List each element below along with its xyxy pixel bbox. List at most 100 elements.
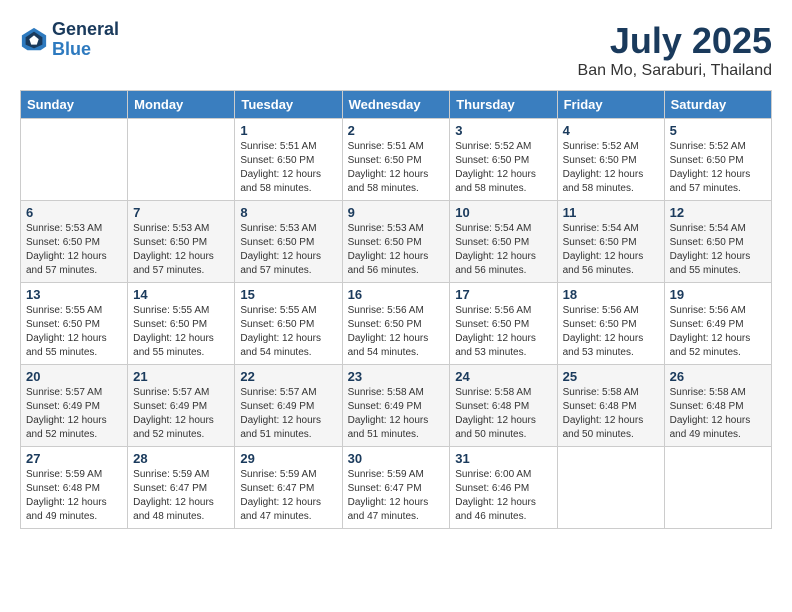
daylight-text: Daylight: 12 hours and 52 minutes. [670, 333, 751, 358]
daylight-text: Daylight: 12 hours and 55 minutes. [133, 333, 214, 358]
logo-icon [20, 26, 48, 54]
sunset-text: Sunset: 6:50 PM [133, 237, 207, 248]
sunrise-text: Sunrise: 5:59 AM [26, 469, 102, 480]
day-info: Sunrise: 5:56 AM Sunset: 6:49 PM Dayligh… [670, 304, 766, 360]
sunset-text: Sunset: 6:50 PM [455, 155, 529, 166]
sunset-text: Sunset: 6:50 PM [670, 155, 744, 166]
sunset-text: Sunset: 6:49 PM [670, 319, 744, 330]
sunset-text: Sunset: 6:50 PM [563, 155, 637, 166]
daylight-text: Daylight: 12 hours and 54 minutes. [240, 333, 321, 358]
day-number: 29 [240, 451, 336, 466]
day-info: Sunrise: 5:54 AM Sunset: 6:50 PM Dayligh… [455, 222, 551, 278]
day-info: Sunrise: 5:54 AM Sunset: 6:50 PM Dayligh… [670, 222, 766, 278]
sunrise-text: Sunrise: 5:52 AM [455, 141, 531, 152]
calendar-cell [664, 447, 771, 529]
day-info: Sunrise: 5:58 AM Sunset: 6:48 PM Dayligh… [563, 386, 659, 442]
sunset-text: Sunset: 6:50 PM [26, 237, 100, 248]
page-subtitle: Ban Mo, Saraburi, Thailand [578, 62, 772, 80]
day-number: 9 [348, 205, 445, 220]
day-number: 24 [455, 369, 551, 384]
sunset-text: Sunset: 6:50 PM [670, 237, 744, 248]
day-number: 23 [348, 369, 445, 384]
day-number: 3 [455, 123, 551, 138]
sunrise-text: Sunrise: 5:56 AM [563, 305, 639, 316]
day-info: Sunrise: 5:51 AM Sunset: 6:50 PM Dayligh… [240, 140, 336, 196]
sunset-text: Sunset: 6:50 PM [455, 237, 529, 248]
calendar-cell: 1 Sunrise: 5:51 AM Sunset: 6:50 PM Dayli… [235, 119, 342, 201]
calendar-header-tuesday: Tuesday [235, 91, 342, 119]
calendar-cell: 14 Sunrise: 5:55 AM Sunset: 6:50 PM Dayl… [128, 283, 235, 365]
day-number: 14 [133, 287, 229, 302]
calendar-week-row: 27 Sunrise: 5:59 AM Sunset: 6:48 PM Dayl… [21, 447, 772, 529]
calendar-cell: 8 Sunrise: 5:53 AM Sunset: 6:50 PM Dayli… [235, 201, 342, 283]
sunrise-text: Sunrise: 5:52 AM [563, 141, 639, 152]
calendar-week-row: 1 Sunrise: 5:51 AM Sunset: 6:50 PM Dayli… [21, 119, 772, 201]
calendar-cell: 7 Sunrise: 5:53 AM Sunset: 6:50 PM Dayli… [128, 201, 235, 283]
daylight-text: Daylight: 12 hours and 57 minutes. [240, 251, 321, 276]
calendar-cell: 19 Sunrise: 5:56 AM Sunset: 6:49 PM Dayl… [664, 283, 771, 365]
day-info: Sunrise: 6:00 AM Sunset: 6:46 PM Dayligh… [455, 468, 551, 524]
day-number: 11 [563, 205, 659, 220]
sunset-text: Sunset: 6:47 PM [240, 483, 314, 494]
daylight-text: Daylight: 12 hours and 58 minutes. [563, 169, 644, 194]
day-info: Sunrise: 5:59 AM Sunset: 6:47 PM Dayligh… [348, 468, 445, 524]
day-number: 17 [455, 287, 551, 302]
sunrise-text: Sunrise: 5:56 AM [348, 305, 424, 316]
calendar-header-row: SundayMondayTuesdayWednesdayThursdayFrid… [21, 91, 772, 119]
daylight-text: Daylight: 12 hours and 47 minutes. [240, 497, 321, 522]
sunset-text: Sunset: 6:50 PM [348, 237, 422, 248]
day-info: Sunrise: 5:59 AM Sunset: 6:47 PM Dayligh… [133, 468, 229, 524]
sunset-text: Sunset: 6:49 PM [240, 401, 314, 412]
day-info: Sunrise: 5:53 AM Sunset: 6:50 PM Dayligh… [26, 222, 122, 278]
day-info: Sunrise: 5:52 AM Sunset: 6:50 PM Dayligh… [455, 140, 551, 196]
sunrise-text: Sunrise: 5:59 AM [133, 469, 209, 480]
calendar-cell: 9 Sunrise: 5:53 AM Sunset: 6:50 PM Dayli… [342, 201, 450, 283]
sunrise-text: Sunrise: 5:53 AM [240, 223, 316, 234]
day-number: 27 [26, 451, 122, 466]
daylight-text: Daylight: 12 hours and 51 minutes. [348, 415, 429, 440]
sunset-text: Sunset: 6:49 PM [348, 401, 422, 412]
calendar-cell: 2 Sunrise: 5:51 AM Sunset: 6:50 PM Dayli… [342, 119, 450, 201]
daylight-text: Daylight: 12 hours and 51 minutes. [240, 415, 321, 440]
calendar-cell [21, 119, 128, 201]
sunrise-text: Sunrise: 5:57 AM [133, 387, 209, 398]
sunrise-text: Sunrise: 5:53 AM [133, 223, 209, 234]
title-block: July 2025 Ban Mo, Saraburi, Thailand [578, 20, 772, 80]
day-info: Sunrise: 5:53 AM Sunset: 6:50 PM Dayligh… [240, 222, 336, 278]
daylight-text: Daylight: 12 hours and 55 minutes. [26, 333, 107, 358]
calendar-table: SundayMondayTuesdayWednesdayThursdayFrid… [20, 90, 772, 529]
calendar-cell: 23 Sunrise: 5:58 AM Sunset: 6:49 PM Dayl… [342, 365, 450, 447]
sunset-text: Sunset: 6:47 PM [348, 483, 422, 494]
day-info: Sunrise: 5:57 AM Sunset: 6:49 PM Dayligh… [26, 386, 122, 442]
daylight-text: Daylight: 12 hours and 58 minutes. [455, 169, 536, 194]
daylight-text: Daylight: 12 hours and 57 minutes. [26, 251, 107, 276]
sunset-text: Sunset: 6:50 PM [240, 319, 314, 330]
sunset-text: Sunset: 6:48 PM [670, 401, 744, 412]
sunset-text: Sunset: 6:46 PM [455, 483, 529, 494]
calendar-cell: 24 Sunrise: 5:58 AM Sunset: 6:48 PM Dayl… [450, 365, 557, 447]
sunrise-text: Sunrise: 5:58 AM [348, 387, 424, 398]
day-info: Sunrise: 5:52 AM Sunset: 6:50 PM Dayligh… [670, 140, 766, 196]
daylight-text: Daylight: 12 hours and 54 minutes. [348, 333, 429, 358]
sunset-text: Sunset: 6:50 PM [26, 319, 100, 330]
sunrise-text: Sunrise: 5:59 AM [348, 469, 424, 480]
daylight-text: Daylight: 12 hours and 50 minutes. [455, 415, 536, 440]
day-info: Sunrise: 5:53 AM Sunset: 6:50 PM Dayligh… [133, 222, 229, 278]
calendar-cell: 4 Sunrise: 5:52 AM Sunset: 6:50 PM Dayli… [557, 119, 664, 201]
sunset-text: Sunset: 6:47 PM [133, 483, 207, 494]
calendar-cell: 3 Sunrise: 5:52 AM Sunset: 6:50 PM Dayli… [450, 119, 557, 201]
day-number: 7 [133, 205, 229, 220]
daylight-text: Daylight: 12 hours and 55 minutes. [670, 251, 751, 276]
day-number: 18 [563, 287, 659, 302]
calendar-week-row: 13 Sunrise: 5:55 AM Sunset: 6:50 PM Dayl… [21, 283, 772, 365]
calendar-header-monday: Monday [128, 91, 235, 119]
calendar-cell: 28 Sunrise: 5:59 AM Sunset: 6:47 PM Dayl… [128, 447, 235, 529]
sunrise-text: Sunrise: 5:59 AM [240, 469, 316, 480]
calendar-header-friday: Friday [557, 91, 664, 119]
daylight-text: Daylight: 12 hours and 52 minutes. [133, 415, 214, 440]
day-info: Sunrise: 5:51 AM Sunset: 6:50 PM Dayligh… [348, 140, 445, 196]
calendar-header-sunday: Sunday [21, 91, 128, 119]
calendar-cell: 18 Sunrise: 5:56 AM Sunset: 6:50 PM Dayl… [557, 283, 664, 365]
daylight-text: Daylight: 12 hours and 49 minutes. [26, 497, 107, 522]
sunrise-text: Sunrise: 5:54 AM [563, 223, 639, 234]
